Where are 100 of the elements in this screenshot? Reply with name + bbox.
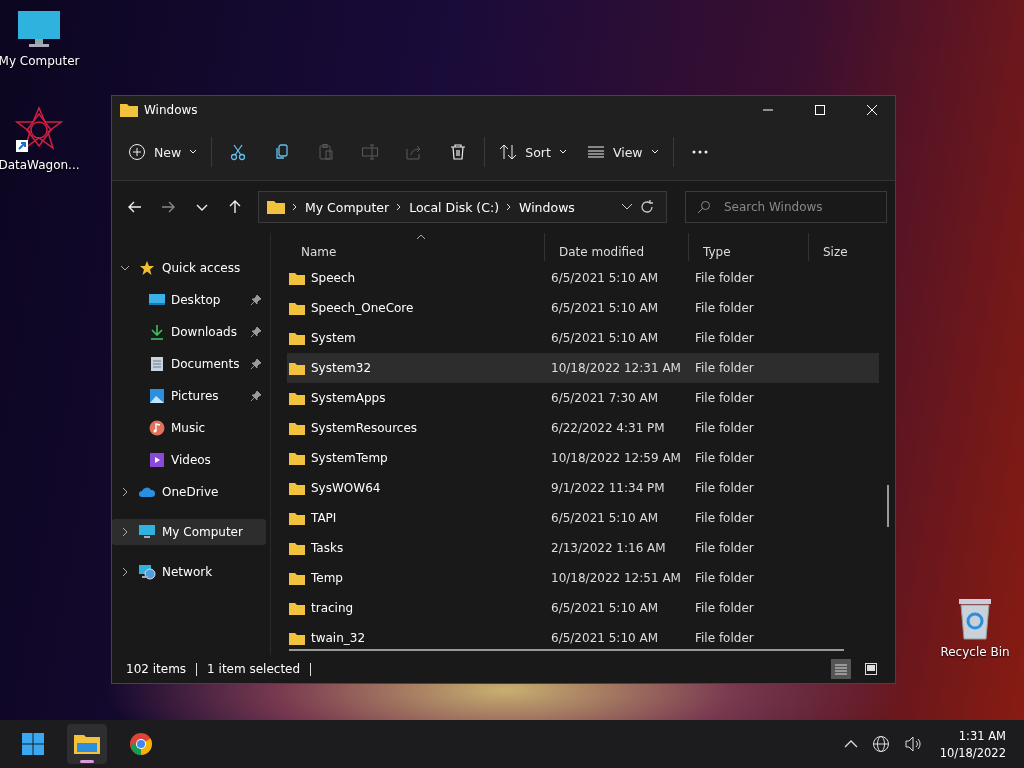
pin-icon[interactable] <box>250 358 262 370</box>
pin-icon[interactable] <box>250 326 262 338</box>
file-name: tracing <box>311 601 354 615</box>
pin-icon[interactable] <box>250 390 262 402</box>
speaker-icon[interactable] <box>903 735 922 753</box>
search-field[interactable]: Search Windows <box>684 191 887 223</box>
folder-icon <box>289 301 305 315</box>
file-type: File folder <box>695 331 754 345</box>
folder-icon <box>289 391 305 405</box>
chevron-icon[interactable] <box>120 567 130 577</box>
sidebar-item[interactable]: Pictures <box>112 383 266 409</box>
file-row[interactable]: SystemApps 6/5/2021 7:30 AM File folder <box>287 383 879 413</box>
breadcrumb-item[interactable]: Local Disk (C:) <box>409 199 500 215</box>
pin-icon[interactable] <box>250 294 262 306</box>
chevron-icon <box>291 203 298 211</box>
file-name: Speech_OneCore <box>311 301 414 315</box>
chevron-icon[interactable] <box>120 263 130 273</box>
column-header[interactable]: Size <box>809 233 879 261</box>
maximize-icon <box>814 104 826 116</box>
breadcrumb-item[interactable]: Windows <box>519 199 575 215</box>
breadcrumb-item[interactable]: My Computer <box>304 199 390 215</box>
file-row[interactable]: System 6/5/2021 5:10 AM File folder <box>287 323 879 353</box>
column-header[interactable]: Name <box>287 233 545 261</box>
file-row[interactable]: twain_32 6/5/2021 5:10 AM File folder <box>287 623 879 653</box>
file-row[interactable]: Tasks 2/13/2022 1:16 AM File folder <box>287 533 879 563</box>
download-icon <box>149 324 165 340</box>
explorer-taskbar-button[interactable] <box>67 724 107 764</box>
caret-icon <box>650 149 659 155</box>
desktop-icon-label[interactable]: My Computer <box>0 54 80 68</box>
scrollbar-thumb[interactable] <box>887 485 889 527</box>
chevron-icon[interactable] <box>120 487 130 497</box>
sidebar-item[interactable]: Videos <box>112 447 266 473</box>
file-row[interactable]: SystemResources 6/22/2022 4:31 PM File folder <box>287 413 879 443</box>
arrow-right-icon <box>160 199 177 215</box>
new-button[interactable]: New <box>122 134 204 170</box>
document-icon <box>149 356 165 372</box>
sidebar-item[interactable]: Downloads <box>112 319 266 345</box>
sidebar-item[interactable]: Network <box>112 559 266 585</box>
date-modified: 6/22/2022 4:31 PM <box>551 421 666 435</box>
window-title: Windows <box>144 103 198 117</box>
item-count: 102 items <box>126 662 187 676</box>
file-name: SystemApps <box>311 391 386 405</box>
chevron-up-icon[interactable] <box>843 739 858 749</box>
file-type: File folder <box>695 361 754 375</box>
file-row[interactable]: Speech 6/5/2021 5:10 AM File folder <box>287 263 879 293</box>
desktop-icon-label[interactable]: DataWagon... <box>0 158 80 172</box>
rename-icon <box>361 143 380 161</box>
globe-icon[interactable] <box>871 735 890 753</box>
date-modified: 9/1/2022 11:34 PM <box>551 481 666 495</box>
folder-icon <box>289 361 305 375</box>
column-header[interactable]: Type <box>689 233 809 261</box>
folder-icon <box>289 331 305 345</box>
monitor-icon[interactable] <box>17 10 61 50</box>
horizontal-scrollbar[interactable] <box>289 649 844 651</box>
date-modified: 6/5/2021 5:10 AM <box>551 331 660 345</box>
sort-button[interactable]: Sort <box>493 134 573 170</box>
date-modified: 10/18/2022 12:31 AM <box>551 361 682 375</box>
file-name: TAPI <box>311 511 337 525</box>
folder-icon <box>289 601 305 615</box>
column-header[interactable]: Date modified <box>545 233 689 261</box>
sidebar-item[interactable]: Documents <box>112 351 266 377</box>
folder-icon <box>120 103 138 117</box>
sidebar-item[interactable]: OneDrive <box>112 479 266 505</box>
date-modified: 6/5/2021 5:10 AM <box>551 301 660 315</box>
selection-count: 1 item selected <box>207 662 301 676</box>
chevron-icon[interactable] <box>120 527 130 537</box>
date-modified: 6/5/2021 5:10 AM <box>551 511 660 525</box>
file-name: twain_32 <box>311 631 366 645</box>
file-row[interactable]: Speech_OneCore 6/5/2021 5:10 AM File folder <box>287 293 879 323</box>
scissors-icon <box>229 143 248 161</box>
view-button[interactable]: View <box>580 134 665 170</box>
file-name: SystemTemp <box>311 451 388 465</box>
sidebar-item[interactable]: My Computer <box>112 519 266 545</box>
sidebar-item[interactable]: Desktop <box>112 287 266 313</box>
file-type: File folder <box>695 481 754 495</box>
file-name: SysWOW64 <box>311 481 381 495</box>
sidebar-item[interactable]: Quick access <box>112 255 266 281</box>
file-row[interactable]: tracing 6/5/2021 5:10 AM File folder <box>287 593 879 623</box>
sidebar-item[interactable]: Music <box>112 415 266 441</box>
clock-date[interactable]: 10/18/2022 <box>939 745 1006 760</box>
folder-icon <box>74 732 100 756</box>
ellipsis-icon <box>690 150 709 154</box>
file-row[interactable]: SystemTemp 10/18/2022 12:59 AM File folder <box>287 443 879 473</box>
desktop-icon-label[interactable]: Recycle Bin <box>940 645 1010 659</box>
date-modified: 6/5/2021 5:10 AM <box>551 271 660 285</box>
star-emblem-icon[interactable] <box>15 106 63 154</box>
clock-time[interactable]: 1:31 AM <box>958 728 1006 743</box>
file-name: Speech <box>311 271 356 285</box>
file-type: File folder <box>695 511 754 525</box>
refresh-icon[interactable] <box>639 200 654 214</box>
file-row[interactable]: TAPI 6/5/2021 5:10 AM File folder <box>287 503 879 533</box>
file-name: Temp <box>311 571 343 585</box>
details-view-button[interactable] <box>831 659 851 679</box>
file-row[interactable]: System32 10/18/2022 12:31 AM File folder <box>287 353 879 383</box>
address-bar[interactable]: My Computer Local Disk (C:) Windows <box>257 191 667 223</box>
file-row[interactable]: Temp 10/18/2022 12:51 AM File folder <box>287 563 879 593</box>
date-modified: 6/5/2021 5:10 AM <box>551 601 660 615</box>
dropdown-caret-icon[interactable] <box>620 203 633 211</box>
arrow-left-icon <box>126 199 143 215</box>
file-row[interactable]: SysWOW64 9/1/2022 11:34 PM File folder <box>287 473 879 503</box>
